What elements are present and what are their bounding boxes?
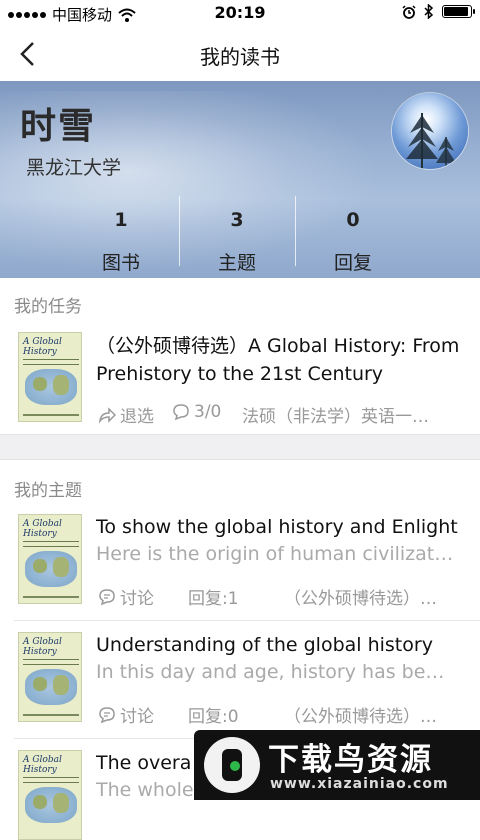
stat-topics-label: 主题 bbox=[217, 252, 256, 274]
book-cover-title: A Global History bbox=[23, 519, 62, 539]
user-name: 时雪 bbox=[20, 106, 97, 147]
watermark-title: 下载鸟资源 bbox=[268, 742, 433, 778]
profile-stats: 1 图书 3 主题 0 回复 bbox=[0, 184, 372, 278]
withdraw-label: 退选 bbox=[120, 407, 154, 427]
nav-bar: 我的读书 bbox=[0, 26, 480, 81]
stat-replies[interactable]: 0 回复 bbox=[294, 184, 412, 278]
watermark-url: www.xiazainiao.com bbox=[270, 776, 449, 792]
book-cover: A Global History bbox=[18, 750, 82, 840]
book-cover-rule bbox=[23, 659, 79, 665]
task-course: 法硕（非法学）英语一… bbox=[242, 407, 429, 427]
status-right bbox=[402, 4, 475, 19]
topic-title[interactable]: To show the global history and Enlight bbox=[96, 516, 468, 538]
row-divider bbox=[14, 620, 480, 621]
globe-map-image bbox=[25, 369, 77, 405]
watermark-banner: 下载鸟资源 www.xiazainiao.com bbox=[194, 730, 480, 800]
book-cover-title: A Global History bbox=[23, 337, 62, 357]
globe-map-image bbox=[25, 787, 77, 823]
tree-icon bbox=[406, 113, 456, 169]
stat-books-label: 图书 bbox=[101, 252, 140, 274]
book-cover-author bbox=[23, 596, 79, 598]
stat-topics-count: 3 bbox=[230, 209, 244, 231]
section-divider bbox=[0, 434, 480, 460]
comment-icon bbox=[173, 404, 189, 421]
book-cover: A Global History bbox=[18, 332, 82, 422]
topic-description: In this day and age, history has be… bbox=[96, 661, 445, 683]
book-cover-title: A Global History bbox=[23, 637, 62, 657]
topic-replies: 回复:0 bbox=[188, 707, 239, 727]
book-cover-author bbox=[23, 414, 79, 416]
bluetooth-icon bbox=[424, 4, 434, 19]
book-cover-rule bbox=[23, 777, 79, 783]
stat-topics[interactable]: 3 主题 bbox=[178, 184, 296, 278]
topic-title[interactable]: Understanding of the global history bbox=[96, 634, 468, 656]
share-icon bbox=[98, 406, 116, 424]
avatar[interactable] bbox=[392, 93, 468, 169]
discuss-button[interactable]: 讨论 bbox=[98, 702, 154, 727]
discuss-label: 讨论 bbox=[120, 589, 154, 609]
comment-count: 3/0 bbox=[194, 402, 222, 422]
book-cover: A Global History bbox=[18, 632, 82, 722]
stat-books[interactable]: 1 图书 bbox=[62, 184, 180, 278]
stat-replies-label: 回复 bbox=[333, 252, 372, 274]
topic-description: Here is the origin of human civilizat… bbox=[96, 543, 454, 565]
book-cover-title: A Global History bbox=[23, 755, 62, 775]
topic-group: （公外硕博待选）… bbox=[284, 707, 437, 727]
task-comments[interactable]: 3/0 bbox=[172, 402, 221, 422]
discuss-icon bbox=[99, 706, 115, 723]
stat-books-count: 1 bbox=[114, 209, 128, 231]
watermark-logo-icon bbox=[204, 737, 260, 793]
alarm-icon bbox=[402, 4, 416, 19]
discuss-button[interactable]: 讨论 bbox=[98, 584, 154, 609]
user-school: 黑龙江大学 bbox=[26, 157, 122, 179]
topics-section-title: 我的主题 bbox=[14, 481, 82, 501]
discuss-icon bbox=[99, 588, 115, 605]
book-cover: A Global History bbox=[18, 514, 82, 604]
topic-replies: 回复:1 bbox=[188, 589, 239, 609]
globe-map-image bbox=[25, 669, 77, 705]
task-title[interactable]: （公外硕博待选）A Global History: From Prehistor… bbox=[96, 332, 468, 388]
book-cover-author bbox=[23, 714, 79, 716]
tasks-section-title: 我的任务 bbox=[14, 297, 82, 317]
topic-group: （公外硕博待选）… bbox=[284, 589, 437, 609]
battery-icon bbox=[442, 5, 475, 18]
globe-map-image bbox=[25, 551, 77, 587]
discuss-label: 讨论 bbox=[120, 707, 154, 727]
stat-replies-count: 0 bbox=[346, 209, 360, 231]
page-title: 我的读书 bbox=[200, 45, 280, 69]
withdraw-button[interactable]: 退选 bbox=[98, 402, 154, 427]
book-cover-rule bbox=[23, 541, 79, 547]
status-bar: 中国移动 20:19 bbox=[0, 0, 480, 26]
book-cover-rule bbox=[23, 359, 79, 365]
profile-header: 时雪 黑龙江大学 1 图书 3 主题 0 回复 bbox=[0, 81, 480, 278]
